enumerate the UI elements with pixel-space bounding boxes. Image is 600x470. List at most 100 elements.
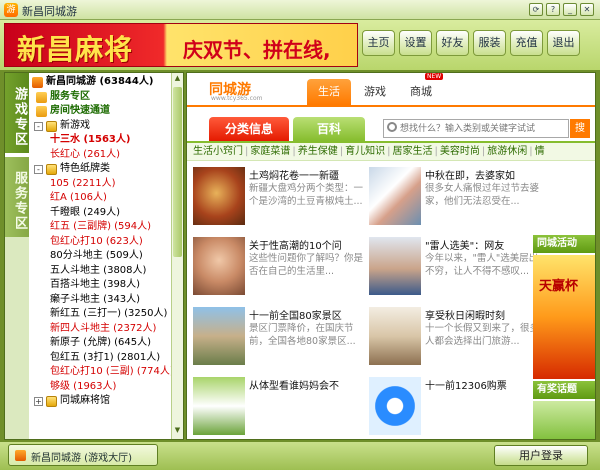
article-desc: 十一个长假又到来了，很多人都会选择出门旅游... [425, 323, 540, 347]
tree-item-label: 五人斗地主 (3808人) [50, 264, 147, 276]
article-item[interactable]: 中秋在即，去婆家如 很多女人痛恨过年过节去婆家，他们无法忍受在... [369, 167, 549, 229]
tree-item[interactable]: 80分斗地主 (509人) [30, 249, 172, 264]
tree-item[interactable]: 包红心打10 (三副) (774人) [30, 365, 172, 380]
search-button[interactable]: 搜 [570, 119, 590, 138]
tree-item[interactable]: - 新游戏 [30, 119, 172, 134]
tree-item[interactable]: 包红五 (3打1) (2801人) [30, 351, 172, 366]
tree-item-label: 包红心打10 (三副) (774人) [50, 366, 172, 377]
tab-baike[interactable]: 百科 [293, 117, 365, 141]
close-icon[interactable]: ✕ [580, 3, 594, 16]
tree-scrollbar[interactable]: ▲ ▼ [171, 73, 183, 439]
nav-home-button[interactable]: 主页 [362, 30, 395, 56]
category-link[interactable]: 情 [535, 146, 545, 157]
collapse-icon[interactable]: - [34, 121, 43, 131]
tree-item[interactable]: 新四人斗地主 (2372人) [30, 322, 172, 337]
scroll-up-icon[interactable]: ▲ [173, 74, 182, 85]
left-panel: 游戏专区 服务专区 新昌同城游 (63844人) 服务专区 房间快速通道 - 新游戏 十三… [4, 72, 184, 440]
article-item[interactable]: 十一前全国80家景区 景区门票降价，在国庆节前，全国各地80家景区... [193, 307, 373, 369]
tab-games[interactable]: 游戏 [353, 79, 397, 105]
tab-life[interactable]: 生活 [307, 79, 351, 105]
tree-item[interactable]: 红五 (三副牌) (594人) [30, 220, 172, 235]
tab-mall[interactable]: 商城 [399, 79, 443, 105]
tree-item[interactable]: 105 (2211人) [30, 177, 172, 192]
title-bar: 游 新昌同城游 ⟳ ? _ ✕ [0, 0, 600, 20]
tree-item[interactable]: 红A (106人) [30, 191, 172, 206]
article-title[interactable]: "雷人选美"：网友 [425, 237, 545, 252]
tree-item[interactable]: + 同城麻将馆 [30, 394, 172, 409]
category-link[interactable]: 居家生活 [393, 146, 433, 157]
category-link[interactable]: 家庭菜谱 [250, 146, 290, 157]
tree-item[interactable]: 够级 (1963人) [30, 380, 172, 395]
minimize-icon[interactable]: _ [563, 3, 577, 16]
tree-item[interactable]: 新红五 (三打一) (3250人) [30, 307, 172, 322]
new-badge: NEW [425, 73, 444, 80]
expand-icon[interactable]: + [34, 397, 43, 406]
scroll-thumb[interactable] [173, 87, 182, 257]
side-header-topic[interactable]: 有奖话题 [533, 381, 595, 399]
article-title[interactable]: 关于性高潮的10个问 [249, 237, 369, 252]
tree-item[interactable]: 五人斗地主 (3808人) [30, 264, 172, 279]
category-separator: | [292, 146, 296, 157]
tree-item[interactable]: 千瞪眼 (249人) [30, 206, 172, 221]
article-title[interactable]: 享受秋日闲暇时刻 [425, 307, 545, 322]
nav-clothing-button[interactable]: 服装 [473, 30, 506, 56]
tree-item[interactable]: 长红心 (261人) [30, 148, 172, 163]
tree-item[interactable]: 癞子斗地主 (343人) [30, 293, 172, 308]
web-content: 同城游 www.tcy365.com 生活 游戏 商城 NEW 分类信息 百科 … [186, 72, 596, 440]
article-title[interactable]: 从体型看谁妈妈会不 [249, 377, 369, 392]
article-item[interactable]: 享受秋日闲暇时刻 十一个长假又到来了，很多人都会选择出门旅游... [369, 307, 549, 369]
article-title[interactable]: 十一前全国80家景区 [249, 307, 369, 322]
game-hall-tab[interactable]: 新昌同城游 (游戏大厅) [8, 444, 158, 466]
article-title[interactable]: 中秋在即，去婆家如 [425, 167, 545, 182]
article-item[interactable]: 土鸡焖花卷一一新疆 新疆大盘鸡分两个类型：一个是沙湾的土豆青椒炖土... [193, 167, 373, 229]
tree-item[interactable]: 百搭斗地主 (398人) [30, 278, 172, 293]
nav-recharge-button[interactable]: 充值 [510, 30, 543, 56]
site-logo-url: www.tcy365.com [211, 95, 263, 102]
login-button[interactable]: 用户登录 [494, 445, 588, 466]
search-box [383, 119, 569, 138]
banner-ad[interactable]: 新昌麻将 庆双节、拼在线, [4, 23, 358, 67]
house-icon [36, 91, 47, 103]
help-icon[interactable]: ? [546, 3, 560, 16]
refresh-icon[interactable]: ⟳ [529, 3, 543, 16]
article-desc: 这些性问题你了解吗？你是否在自己的生活里... [249, 253, 364, 277]
game-tree: 新昌同城游 (63844人) 服务专区 房间快速通道 - 新游戏十三水 (1563人) 长… [30, 75, 172, 437]
article-title[interactable]: 土鸡焖花卷一一新疆 [249, 167, 369, 182]
tree-item-label: 新原子 (允牌) (645人) [50, 337, 152, 348]
nav-settings-button[interactable]: 设置 [399, 30, 432, 56]
article-item[interactable]: 十一前12306购票 [369, 377, 549, 439]
app-logo-icon: 游 [4, 3, 18, 17]
tree-item[interactable]: 十三水 (1563人) [30, 133, 172, 148]
tree-item[interactable]: 服务专区 [30, 90, 172, 105]
tree-item[interactable]: 房间快速通道 [30, 104, 172, 119]
article-item[interactable]: 关于性高潮的10个问 这些性问题你了解吗？你是否在自己的生活里... [193, 237, 373, 299]
article-item[interactable]: "雷人选美"：网友 今年以来，"雷人"选美层出不穷，让人不得不感叹... [369, 237, 549, 299]
side-topic-image[interactable] [533, 401, 595, 439]
side-promo-image[interactable]: 天赢杯 [533, 255, 595, 379]
category-link[interactable]: 美容时尚 [440, 146, 480, 157]
category-link[interactable]: 育儿知识 [345, 146, 385, 157]
search-input[interactable] [400, 122, 566, 136]
nav-friends-button[interactable]: 好友 [436, 30, 469, 56]
article-item[interactable]: 从体型看谁妈妈会不 [193, 377, 373, 439]
folder-icon [46, 396, 57, 407]
search-icon [387, 122, 397, 132]
article-title[interactable]: 十一前12306购票 [425, 377, 545, 392]
tab-category-info[interactable]: 分类信息 [209, 117, 289, 141]
tab-game-zone[interactable]: 游戏专区 [5, 73, 29, 153]
side-header-activity[interactable]: 同城活动 [533, 235, 595, 253]
category-link[interactable]: 养生保健 [298, 146, 338, 157]
tree-item[interactable]: 新昌同城游 (63844人) [30, 75, 172, 90]
tree-item[interactable]: 包红心打10 (623人) [30, 235, 172, 250]
article-desc [425, 392, 543, 432]
tree-item[interactable]: - 特色纸牌类 [30, 162, 172, 177]
nav-exit-button[interactable]: 退出 [547, 30, 580, 56]
scroll-down-icon[interactable]: ▼ [173, 426, 182, 437]
category-link[interactable]: 生活小窍门 [193, 146, 243, 157]
tab-service-zone[interactable]: 服务专区 [5, 157, 29, 237]
tree-item[interactable]: 新原子 (允牌) (645人) [30, 336, 172, 351]
folder-icon [46, 120, 57, 132]
category-link[interactable]: 旅游休闲 [487, 146, 527, 157]
tree-item-label: 新游戏 [60, 119, 90, 131]
collapse-icon[interactable]: - [34, 165, 43, 174]
